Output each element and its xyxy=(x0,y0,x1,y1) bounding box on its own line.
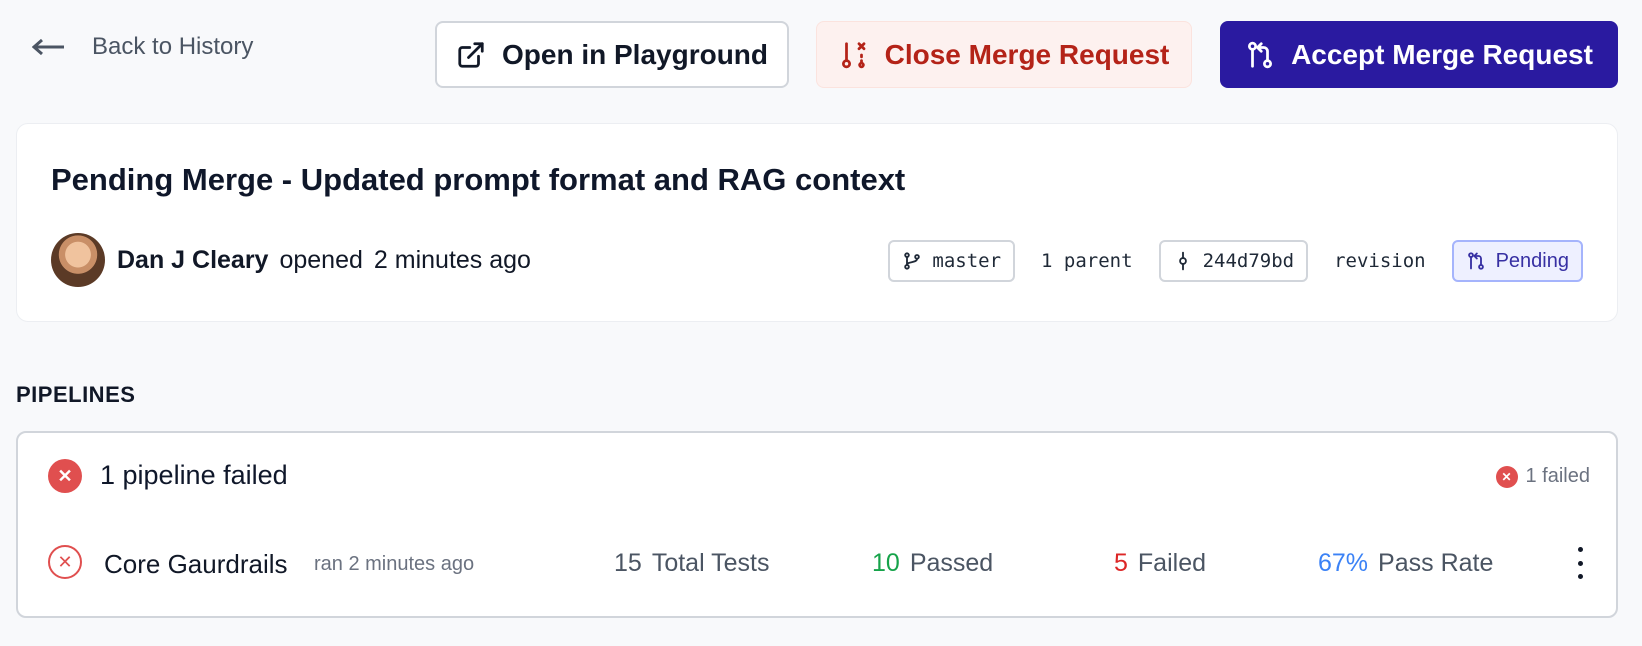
arrow-left-icon xyxy=(32,38,64,56)
x-circle-icon: ✕ xyxy=(1495,465,1518,488)
passed-label: Passed xyxy=(909,549,994,577)
merge-request-card: Pending Merge - Updated prompt format an… xyxy=(16,123,1618,322)
passed-stat: 10 Passed xyxy=(872,549,993,578)
parent-text: 1 parent xyxy=(1041,250,1133,272)
top-toolbar: Back to History Open in Playground Close… xyxy=(0,0,1642,110)
back-to-history-link[interactable]: Back to History xyxy=(32,30,253,64)
status-badge: Pending xyxy=(1451,240,1583,282)
close-merge-request-label: Close Merge Request xyxy=(884,38,1170,70)
external-link-icon xyxy=(458,41,484,68)
branch-name: master xyxy=(932,250,1002,272)
opened-time: 2 minutes ago xyxy=(373,245,531,274)
x-circle-icon: ✕ xyxy=(48,459,82,493)
avatar xyxy=(51,233,105,287)
total-tests-label: Total Tests xyxy=(651,549,770,577)
open-in-playground-button[interactable]: Open in Playground xyxy=(435,21,789,88)
pipelines-section-label: PIPELINES xyxy=(16,382,136,407)
accept-merge-request-button[interactable]: Accept Merge Request xyxy=(1220,21,1618,88)
x-circle-icon: ✕ xyxy=(48,545,82,579)
total-tests-stat: 15 Total Tests xyxy=(614,549,769,578)
failed-stat: 5 Failed xyxy=(1114,549,1206,578)
pipelines-card: ✕ 1 pipeline failed ✕ 1 failed ✕ Core Ga… xyxy=(16,431,1618,618)
commit-chip[interactable]: 244d79bd xyxy=(1158,240,1309,282)
status-text: Pending xyxy=(1495,249,1569,272)
author-name[interactable]: Dan J Cleary xyxy=(117,246,268,275)
merge-request-meta: master 1 parent 244d79bd revision Pendin… xyxy=(888,240,1583,282)
pipeline-ran-time: ran 2 minutes ago xyxy=(314,553,475,575)
pass-rate-label: Pass Rate xyxy=(1378,549,1494,577)
pass-rate-value: 67% xyxy=(1318,549,1369,577)
action-text: opened xyxy=(279,245,363,274)
pipeline-name[interactable]: Core Gaurdrails xyxy=(104,549,288,580)
pipeline-row[interactable]: ✕ Core Gaurdrails ran 2 minutes ago 15 T… xyxy=(48,543,1590,583)
pipeline-summary: 1 pipeline failed xyxy=(100,460,288,490)
failed-count-badge: ✕ 1 failed xyxy=(1495,465,1591,488)
pass-rate-stat: 67% Pass Rate xyxy=(1318,549,1493,578)
back-label: Back to History xyxy=(92,33,254,60)
git-commit-icon xyxy=(1178,251,1187,271)
git-pull-request-closed-icon xyxy=(841,41,865,68)
git-branch-icon xyxy=(904,252,921,270)
revision-text: revision xyxy=(1334,250,1426,272)
close-merge-request-button[interactable]: Close Merge Request xyxy=(816,21,1192,88)
author-row: Dan J Cleary opened 2 minutes ago xyxy=(51,233,531,287)
git-pull-request-icon xyxy=(1248,41,1273,68)
total-tests-value: 15 xyxy=(614,549,642,577)
merge-request-title: Pending Merge - Updated prompt format an… xyxy=(51,162,906,197)
passed-value: 10 xyxy=(872,549,900,577)
failed-value: 5 xyxy=(1114,549,1128,577)
failed-count-text: 1 failed xyxy=(1525,465,1591,487)
failed-label: Failed xyxy=(1137,549,1206,577)
commit-hash: 244d79bd xyxy=(1202,250,1295,272)
branch-chip[interactable]: master xyxy=(888,240,1016,282)
accept-merge-request-label: Accept Merge Request xyxy=(1291,38,1593,70)
git-pull-request-icon xyxy=(1467,252,1484,270)
kebab-icon[interactable] xyxy=(1570,547,1590,579)
open-in-playground-label: Open in Playground xyxy=(501,38,768,70)
